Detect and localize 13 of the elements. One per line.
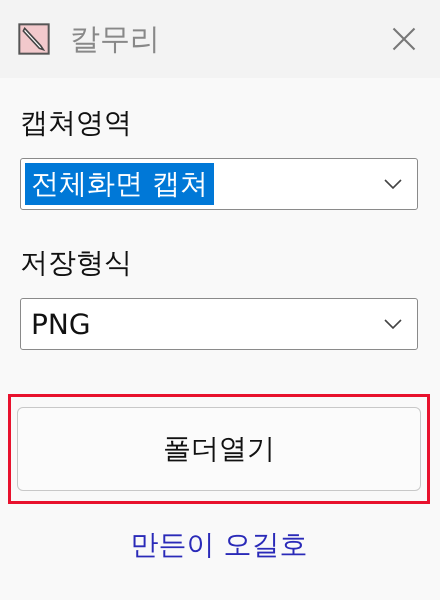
dropdown-value: PNG [30, 306, 92, 342]
pen-icon [18, 23, 50, 55]
author-link[interactable]: 만든이 오길호 [130, 526, 308, 564]
dropdown[interactable]: PNG [20, 298, 418, 350]
dropdown-value: 전체화면 캡쳐 [25, 163, 214, 205]
field-label: 캡쳐영역 [20, 105, 133, 141]
field-label: 저장형식 [20, 245, 133, 281]
dropdown[interactable]: 전체화면 캡쳐 [20, 158, 418, 210]
open-folder-button[interactable]: 폴더열기 [17, 407, 421, 491]
chevron-icon [383, 318, 403, 330]
chevron-icon [383, 178, 403, 190]
window-title: 칼무리 [70, 20, 161, 58]
close-icon[interactable] [390, 25, 418, 53]
